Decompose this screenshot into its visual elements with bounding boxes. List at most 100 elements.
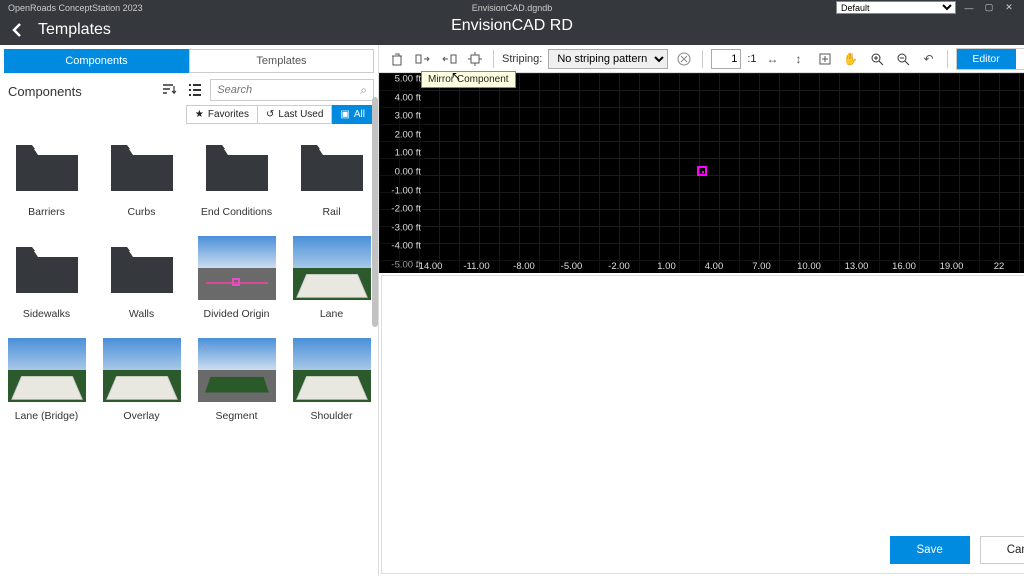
sort-icon[interactable]: [158, 79, 180, 101]
component-label: Shoulder: [310, 410, 352, 422]
history-icon: ↺: [266, 109, 274, 120]
star-icon: ★: [195, 109, 204, 120]
component-item[interactable]: Curbs: [99, 134, 184, 218]
document-name: EnvisionCAD.dgndb: [472, 3, 553, 13]
undo-icon[interactable]: ↶: [919, 49, 939, 69]
component-label: End Conditions: [201, 206, 272, 218]
zoom-in-icon[interactable]: [867, 49, 887, 69]
right-panel: ↖ Striping: No striping pattern :1 ↔ ↕ ✋…: [378, 45, 1024, 576]
back-button[interactable]: [10, 22, 30, 38]
minimize-icon[interactable]: —: [962, 1, 976, 15]
y-tick-label: -2.00 ft: [391, 204, 421, 215]
search-input-wrap[interactable]: ⌕: [210, 79, 374, 101]
vert-flip-icon[interactable]: ↕: [789, 49, 809, 69]
x-tick-label: 10.00: [797, 261, 821, 272]
components-heading: Components: [4, 74, 158, 105]
search-icon[interactable]: ⌕: [360, 83, 367, 98]
component-item[interactable]: Barriers: [4, 134, 89, 218]
mirror-left-icon[interactable]: ↖: [413, 49, 433, 69]
x-tick-label: 4.00: [705, 261, 724, 272]
x-tick-label: 7.00: [752, 261, 771, 272]
x-tick-label: -5.00: [561, 261, 583, 272]
fit-icon[interactable]: [815, 49, 835, 69]
horiz-flip-icon[interactable]: ↔: [763, 49, 783, 69]
component-item[interactable]: Walls: [99, 236, 184, 320]
x-tick-label: -11.00: [463, 261, 489, 272]
ratio-suffix: :1: [747, 53, 756, 65]
save-button[interactable]: Save: [890, 536, 970, 564]
filter-last-used[interactable]: ↺Last Used: [258, 105, 332, 124]
y-tick-label: 0.00 ft: [395, 167, 421, 178]
y-tick-label: 5.00 ft: [395, 74, 421, 85]
component-item[interactable]: Lane (Bridge): [4, 338, 89, 422]
view-3d-tab[interactable]: 3D View: [1016, 49, 1024, 69]
view-editor-tab[interactable]: Editor: [957, 49, 1016, 69]
component-label: Walls: [129, 308, 154, 320]
component-item[interactable]: Shoulder: [289, 338, 374, 422]
close-icon[interactable]: ✕: [1002, 1, 1016, 15]
component-label: Divided Origin: [204, 308, 270, 320]
striping-select[interactable]: No striping pattern: [548, 49, 668, 69]
component-label: Sidewalks: [23, 308, 70, 320]
target-icon[interactable]: [465, 49, 485, 69]
x-tick-label: -14.00: [416, 261, 443, 272]
component-label: Barriers: [28, 206, 65, 218]
component-label: Overlay: [123, 410, 159, 422]
origin-marker[interactable]: [697, 166, 707, 176]
title-bar: OpenRoads ConceptStation 2023 EnvisionCA…: [0, 0, 1024, 15]
maximize-icon[interactable]: ▢: [982, 1, 996, 15]
component-item[interactable]: Lane: [289, 236, 374, 320]
tab-templates[interactable]: Templates: [189, 49, 374, 73]
component-label: Lane (Bridge): [15, 410, 79, 422]
component-item[interactable]: Overlay: [99, 338, 184, 422]
pan-icon[interactable]: ✋: [841, 49, 861, 69]
tab-components[interactable]: Components: [4, 49, 189, 73]
star-outline-icon: ☆: [200, 340, 212, 356]
project-title: EnvisionCAD RD: [451, 17, 573, 35]
x-tick-label: -8.00: [513, 261, 535, 272]
search-input[interactable]: [217, 84, 360, 96]
y-tick-label: -1.00 ft: [391, 185, 421, 196]
component-item[interactable]: Divided Origin: [194, 236, 279, 320]
component-item[interactable]: Rail: [289, 134, 374, 218]
y-tick-label: -4.00 ft: [391, 241, 421, 252]
zoom-out-icon[interactable]: [893, 49, 913, 69]
x-tick-label: 16.00: [892, 261, 916, 272]
x-tick-label: 1.00: [657, 261, 676, 272]
ratio-input[interactable]: [711, 49, 741, 69]
page-title: Templates: [38, 21, 111, 39]
list-view-icon[interactable]: [184, 79, 206, 101]
component-label: Segment: [215, 410, 257, 422]
y-tick-label: 1.00 ft: [395, 148, 421, 159]
app-name: OpenRoads ConceptStation 2023: [8, 3, 143, 13]
delete-icon[interactable]: [387, 49, 407, 69]
y-tick-label: 2.00 ft: [395, 129, 421, 140]
component-item[interactable]: ☆ Segment: [194, 338, 279, 422]
folder-icon-small: ▣: [340, 109, 349, 120]
y-tick-label: 3.00 ft: [395, 111, 421, 122]
editor-toolbar: ↖ Striping: No striping pattern :1 ↔ ↕ ✋…: [379, 45, 1024, 73]
tooltip: Mirror Component: [421, 71, 516, 88]
x-tick-label: 22: [994, 261, 1005, 272]
filter-all[interactable]: ▣All: [332, 105, 374, 124]
component-item[interactable]: End Conditions: [194, 134, 279, 218]
view-toggle: Editor 3D View: [956, 48, 1024, 70]
component-label: Rail: [322, 206, 340, 218]
y-tick-label: 4.00 ft: [395, 92, 421, 103]
component-item[interactable]: Sidewalks: [4, 236, 89, 320]
view-dropdown[interactable]: Default: [836, 1, 956, 14]
x-tick-label: 13.00: [845, 261, 869, 272]
striping-label: Striping:: [502, 53, 542, 65]
cancel-button[interactable]: Cancel: [980, 536, 1024, 564]
component-label: Curbs: [127, 206, 155, 218]
component-label: Lane: [320, 308, 343, 320]
mirror-right-icon[interactable]: [439, 49, 459, 69]
left-panel: Components Templates Components ⌕ ★Favor…: [0, 45, 378, 576]
properties-area: [381, 275, 1024, 574]
clear-striping-icon[interactable]: [674, 49, 694, 69]
x-tick-label: -2.00: [608, 261, 630, 272]
x-tick-label: 19.00: [940, 261, 964, 272]
editor-canvas[interactable]: 5.00 ft 4.00 ft 3.00 ft 2.00 ft 1.00 ft 0.00 …: [379, 73, 1024, 273]
y-tick-label: -3.00 ft: [391, 222, 421, 233]
filter-favorites[interactable]: ★Favorites: [186, 105, 258, 124]
